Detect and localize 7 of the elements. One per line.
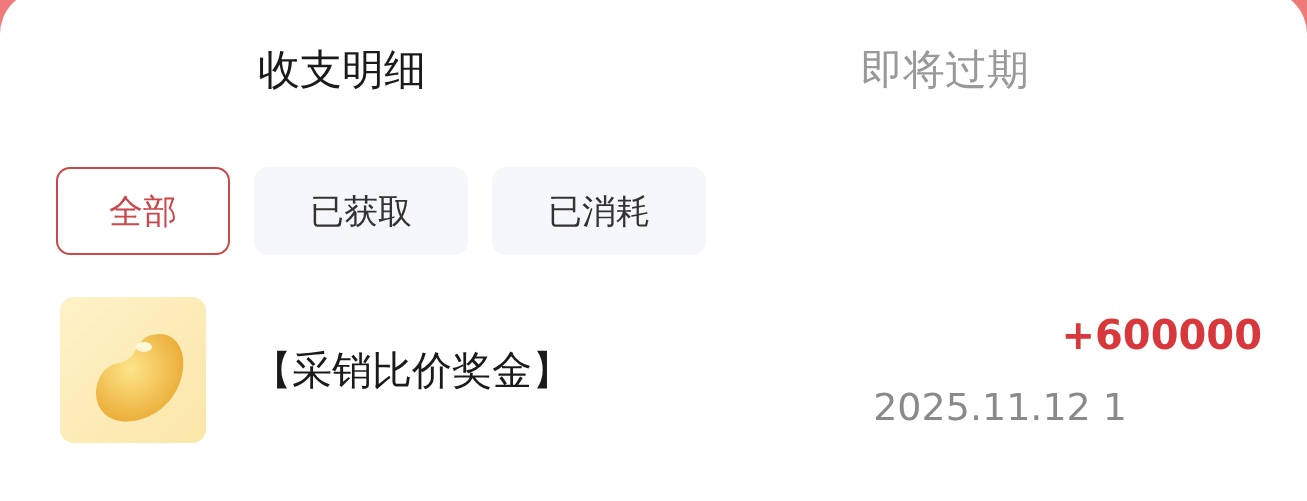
record-time: 2025.11.12 1	[873, 383, 1127, 431]
filter-chip[interactable]: 已消耗	[492, 167, 706, 255]
tab[interactable]: 收支明细	[257, 38, 426, 101]
filter-chip[interactable]: 已获取	[254, 167, 468, 255]
filter-chip[interactable]: 全部	[56, 167, 230, 255]
amount: +600000	[1061, 310, 1262, 360]
record-title: 【采销比价奖金】	[252, 346, 572, 395]
